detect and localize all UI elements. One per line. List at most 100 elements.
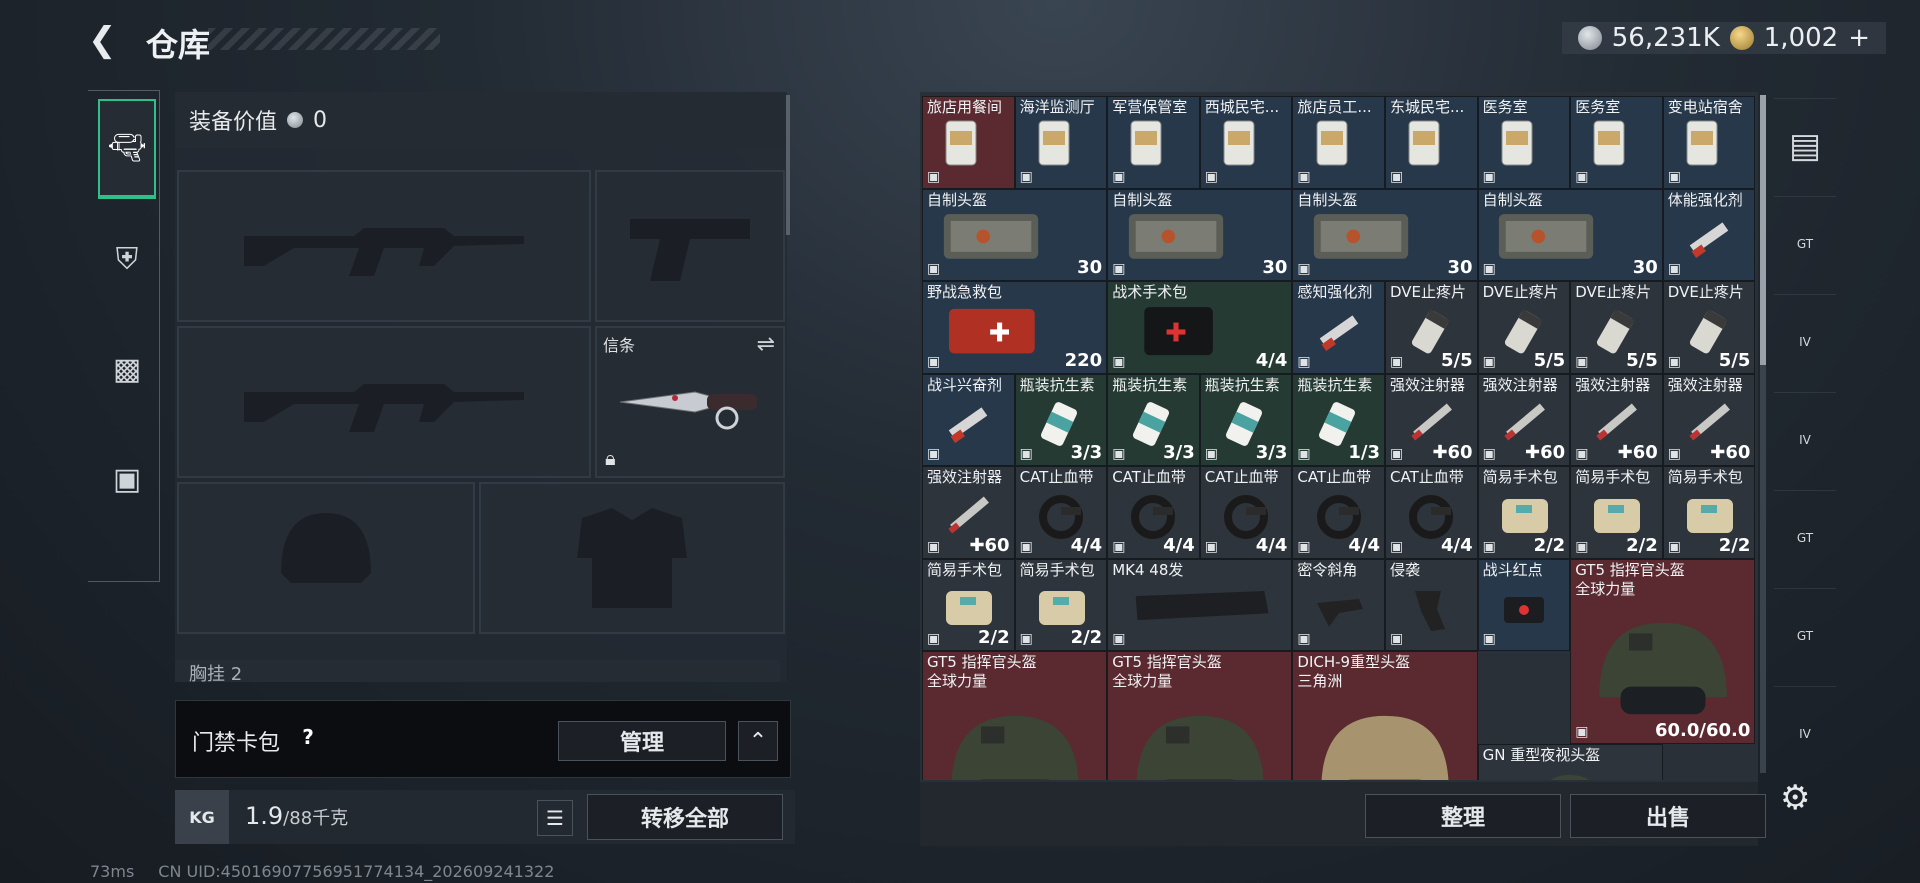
container-tab-6[interactable]: IV	[1774, 686, 1836, 780]
stash-item[interactable]: 战术手术包 ▣ 4/4	[1107, 281, 1293, 374]
stash-item[interactable]: 海洋监测厅 ▣	[1014, 96, 1108, 189]
stash-item[interactable]: 瓶装抗生素 ▣ 3/3	[1014, 373, 1108, 466]
no-insure-icon: ▣	[1112, 446, 1126, 462]
scrollbar-thumb[interactable]	[1760, 95, 1766, 365]
item-quantity: 5/5	[1440, 349, 1473, 371]
container-tab-5[interactable]: GT	[1774, 588, 1836, 682]
helmet-slot[interactable]	[177, 482, 475, 634]
stash-item[interactable]: 密令斜角 ▣	[1292, 558, 1385, 651]
stash-item[interactable]: 军营保管室 ▣	[1107, 96, 1200, 189]
container-tab-2[interactable]: IV	[1774, 294, 1836, 388]
melee-slot[interactable]: 信条 ⇌ 🔒︎	[595, 326, 785, 478]
stash-item[interactable]: 西城民宅... ▣	[1199, 96, 1293, 189]
stash-item[interactable]: 体能强化剂 ▣	[1662, 188, 1756, 281]
sort-button[interactable]: 整理	[1365, 794, 1561, 838]
stash-item[interactable]: CAT止血带 ▣ 4/4	[1199, 466, 1293, 559]
secondary-rifle-slot[interactable]	[177, 326, 591, 478]
item-name: 简易手术包	[1482, 468, 1558, 486]
no-insure-icon: ▣	[1390, 353, 1404, 370]
stash-item[interactable]: 强效注射器 ▣ ✚60	[1662, 373, 1756, 466]
currency-display: 56,231K 1,002 +	[1561, 22, 1886, 54]
no-insure-icon: ▣	[927, 446, 941, 462]
list-icon[interactable]: ☰	[537, 800, 573, 836]
stash-item[interactable]: 战斗兴奋剂 ▣	[922, 373, 1015, 466]
stash-item[interactable]: CAT止血带 ▣ 4/4	[1385, 466, 1478, 559]
stash-item[interactable]: 医务室 ▣	[1570, 96, 1663, 189]
stash-item[interactable]: 医务室 ▣	[1477, 96, 1571, 189]
stash-item[interactable]: DVE止疼片 ▣ 5/5	[1477, 281, 1571, 374]
item-quantity: 2/2	[1070, 627, 1103, 648]
primary-weapon-slot[interactable]	[177, 170, 591, 322]
stash-item[interactable]: 简易手术包 ▣ 2/2	[922, 558, 1015, 651]
stash-item[interactable]: 强效注射器 ▣ ✚60	[1477, 373, 1571, 466]
no-insure-icon: ▣	[927, 168, 941, 185]
stash-item[interactable]: MK4 48发 ▣	[1107, 558, 1293, 651]
sell-button[interactable]: 出售	[1570, 794, 1766, 838]
stash-item[interactable]: 瓶装抗生素 ▣ 1/3	[1292, 373, 1385, 466]
stash-item[interactable]: 变电站宿舍 ▣	[1662, 96, 1756, 189]
armor-tab[interactable]: ⛨	[98, 209, 156, 309]
stash-item[interactable]: 侵袭 ▣	[1385, 558, 1478, 651]
add-gold-button[interactable]: +	[1848, 23, 1870, 53]
no-insure-icon: ▣	[927, 353, 941, 370]
item-name: 强效注射器	[1575, 375, 1651, 394]
stash-item[interactable]: 强效注射器 ▣ ✚60	[922, 466, 1015, 559]
stash-item[interactable]: 强效注射器 ▣ ✚60	[1570, 373, 1663, 466]
stash-item[interactable]: 自制头盔 ▣ 30	[1477, 188, 1663, 281]
stash-item[interactable]: CAT止血带 ▣ 4/4	[1292, 466, 1385, 559]
stash-item[interactable]: CAT止血带 ▣ 4/4	[1107, 466, 1200, 559]
container-tab-1[interactable]: GT	[1774, 196, 1836, 290]
backpack-tab[interactable]: ▩	[98, 319, 156, 419]
stash-item[interactable]: 东城民宅... ▣	[1385, 96, 1478, 189]
item-name: 医务室	[1482, 98, 1528, 116]
help-icon[interactable]: ?	[294, 723, 322, 751]
stash-item[interactable]: 野战急救包 ▣ 220	[922, 281, 1108, 374]
item-name: 强效注射器	[1482, 375, 1558, 394]
medkit-tab[interactable]: ▣	[98, 429, 156, 529]
weapons-tab[interactable]: 🔫︎	[98, 99, 156, 199]
stash-item[interactable]: DVE止疼片 ▣ 5/5	[1570, 281, 1663, 374]
stash-item[interactable]: 简易手术包 ▣ 2/2	[1570, 466, 1663, 559]
stash-item[interactable]: 战斗红点 ▣	[1477, 558, 1571, 651]
stash-item[interactable]: DVE止疼片 ▣ 5/5	[1662, 281, 1756, 374]
stash-item[interactable]: 自制头盔 ▣ 30	[1107, 188, 1293, 281]
stash-item[interactable]: 自制头盔 ▣ 30	[922, 188, 1108, 281]
transfer-all-button[interactable]: 转移全部	[587, 794, 783, 840]
keycard-icon	[1316, 120, 1348, 166]
stash-item[interactable]: 简易手术包 ▣ 2/2	[1662, 466, 1756, 559]
stash-item[interactable]: 旅店员工... ▣	[1292, 96, 1385, 189]
stash-item[interactable]: GT5 指挥官头盔全球力量▣	[1107, 651, 1293, 780]
stash-item[interactable]: 瓶装抗生素 ▣ 3/3	[1199, 373, 1293, 466]
manage-button[interactable]: 管理	[558, 721, 726, 761]
stash-item[interactable]: GN 重型夜视头盔▣	[1477, 743, 1663, 780]
loadout-scrollbar[interactable]	[786, 95, 790, 235]
container-tab-4[interactable]: GT	[1774, 490, 1836, 584]
no-insure-icon: ▣	[1390, 631, 1404, 647]
no-insure-icon: ▣	[1204, 446, 1219, 462]
safe-box-tab[interactable]: ▤	[1774, 98, 1836, 192]
stash-item[interactable]: 旅店用餐间 ▣	[922, 96, 1015, 189]
stash-item[interactable]: 简易手术包 ▣ 2/2	[1477, 466, 1571, 559]
gear-icon[interactable]: ⚙	[1780, 778, 1818, 818]
stash-item[interactable]: 强效注射器 ▣ ✚60	[1385, 373, 1478, 466]
stash-item[interactable]: GT5 指挥官头盔全球力量▣	[922, 651, 1108, 780]
stash-item[interactable]: GT5 指挥官头盔 全球力量 ▣ 60.0/60.0	[1570, 558, 1756, 744]
item-quantity: 2/2	[1626, 534, 1658, 556]
item-name: CAT止血带	[1204, 468, 1279, 486]
stash-scrollbar[interactable]	[1760, 95, 1766, 773]
item-name: 医务室	[1575, 98, 1621, 116]
container-tab-3[interactable]: IV	[1774, 392, 1836, 486]
swap-icon[interactable]: ⇌	[757, 332, 775, 357]
stash-item[interactable]: DICH-9重型头盔三角洲▣	[1292, 651, 1478, 780]
stash-item[interactable]: 感知强化剂 ▣	[1292, 281, 1385, 374]
body-armor-slot[interactable]	[479, 482, 785, 634]
item-name: 海洋监测厅	[1019, 98, 1095, 116]
stash-item[interactable]: DVE止疼片 ▣ 5/5	[1385, 281, 1478, 374]
back-arrow-icon[interactable]: ❮	[88, 22, 124, 58]
chevron-up-icon[interactable]: ⌃	[738, 721, 778, 761]
stash-item[interactable]: 自制头盔 ▣ 30	[1292, 188, 1478, 281]
stash-item[interactable]: 瓶装抗生素 ▣ 3/3	[1107, 373, 1200, 466]
stash-item[interactable]: CAT止血带 ▣ 4/4	[1014, 466, 1108, 559]
stash-item[interactable]: 简易手术包 ▣ 2/2	[1014, 558, 1108, 651]
secondary-weapon-slot[interactable]	[595, 170, 785, 322]
